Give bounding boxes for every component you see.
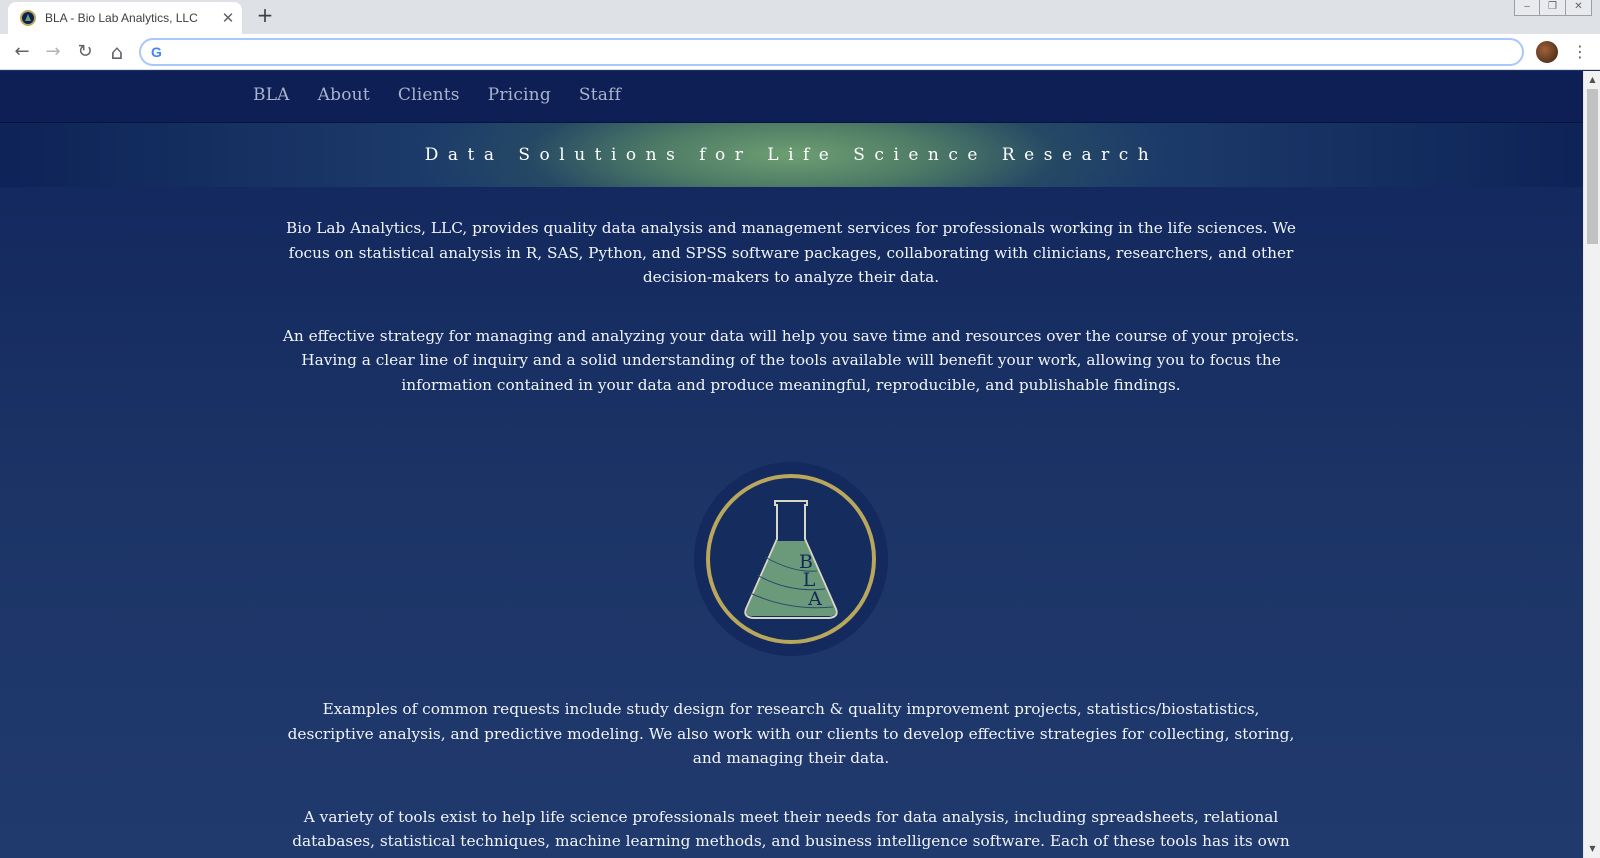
hero-banner: Data Solutions for Life Science Research xyxy=(0,123,1583,187)
home-icon[interactable]: ⌂ xyxy=(105,40,129,64)
close-window-button[interactable]: ✕ xyxy=(1566,0,1592,16)
strategy-paragraph: An effective strategy for managing and a… xyxy=(282,326,1300,394)
tab-title: BLA - Bio Lab Analytics, LLC xyxy=(45,11,198,25)
scroll-up-icon[interactable]: ▲ xyxy=(1584,73,1600,87)
browser-toolbar: ← → ↻ ⌂ G ⋮ xyxy=(0,34,1600,70)
nav-link-bla[interactable]: BLA xyxy=(253,85,290,105)
logo-letter-a: A xyxy=(807,588,822,610)
intro-paragraph: Bio Lab Analytics, LLC, provides quality… xyxy=(286,219,1296,286)
new-tab-button[interactable]: + xyxy=(254,4,276,26)
page-viewport: BLA About Clients Pricing Staff Data Sol… xyxy=(0,71,1583,858)
address-input[interactable] xyxy=(175,42,1512,62)
nav-links: BLA About Clients Pricing Staff xyxy=(253,85,649,105)
tools-paragraph: A variety of tools exist to help life sc… xyxy=(292,807,1290,851)
page-scrollbar[interactable]: ▲ ▼ xyxy=(1583,71,1600,858)
nav-link-about[interactable]: About xyxy=(318,85,370,105)
site-navbar: BLA About Clients Pricing Staff xyxy=(0,71,1583,123)
nav-link-pricing[interactable]: Pricing xyxy=(488,85,551,105)
bla-logo: B L A xyxy=(693,461,889,657)
examples-paragraph: Examples of common requests include stud… xyxy=(287,700,1295,767)
nav-link-staff[interactable]: Staff xyxy=(579,85,621,105)
restore-button[interactable]: ❐ xyxy=(1540,0,1566,16)
scroll-thumb[interactable] xyxy=(1587,89,1598,244)
browser-tabstrip: BLA - Bio Lab Analytics, LLC ✕ + ‒ ❐ ✕ xyxy=(0,0,1600,34)
browser-menu-icon[interactable]: ⋮ xyxy=(1572,40,1588,64)
browser-tab[interactable]: BLA - Bio Lab Analytics, LLC ✕ xyxy=(8,2,242,34)
minimize-button[interactable]: ‒ xyxy=(1514,0,1540,16)
address-bar[interactable]: G xyxy=(139,38,1524,66)
banner-title: Data Solutions for Life Science Research xyxy=(424,145,1159,165)
nav-link-clients[interactable]: Clients xyxy=(398,85,460,105)
reload-icon[interactable]: ↻ xyxy=(73,40,97,64)
main-content: Bio Lab Analytics, LLC, provides quality… xyxy=(280,216,1302,858)
forward-arrow-icon[interactable]: → xyxy=(41,40,65,64)
close-tab-icon[interactable]: ✕ xyxy=(220,10,236,26)
window-controls: ‒ ❐ ✕ xyxy=(1514,0,1592,18)
site-favicon-icon xyxy=(20,10,36,26)
back-arrow-icon[interactable]: ← xyxy=(10,40,34,64)
google-icon: G xyxy=(151,44,162,60)
flask-logo-icon: B L A xyxy=(694,462,888,656)
profile-avatar[interactable] xyxy=(1536,41,1558,63)
scroll-down-icon[interactable]: ▼ xyxy=(1584,842,1600,856)
